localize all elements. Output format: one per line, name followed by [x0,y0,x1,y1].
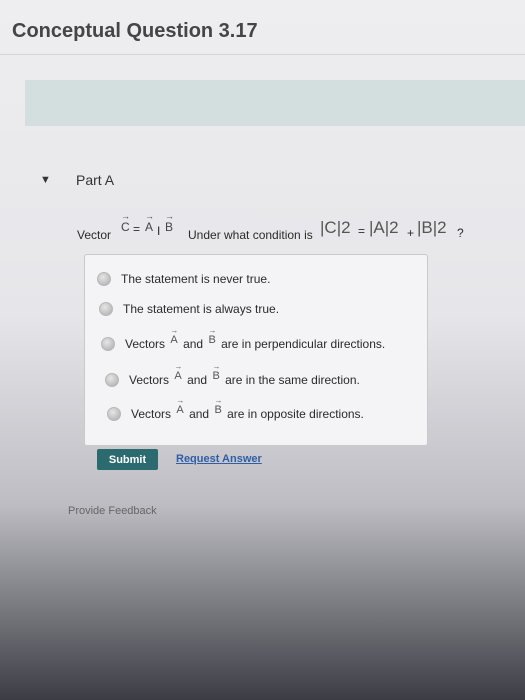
option-and: and [189,407,210,421]
vector-arrow-icon: → [214,396,223,405]
condition-equals: = [358,224,366,238]
condition-b-mag: |B|2 [417,218,447,237]
option-label: Vectors → A and → B are in perpendicular d… [125,326,386,351]
option-label: Vectors → A and → B are in the same direct… [129,362,360,387]
option-prefix: Vectors [129,373,170,387]
question-operator: I [157,224,161,238]
option-label: The statement is always true. [123,302,280,316]
vector-a-label: A [176,404,184,416]
info-banner [25,80,525,126]
collapse-triangle-icon[interactable]: ▼ [40,174,54,186]
vector-b: → B [214,396,222,416]
vector-b: → B [212,362,220,382]
vector-arrow-icon: → [145,211,154,221]
option-prefix: Vectors [125,337,166,351]
option-never-true[interactable]: The statement is never true. [97,272,270,286]
vector-a-label: A [145,220,154,234]
option-perpendicular[interactable]: Vectors → A and → B are in perpendicular d… [101,326,386,351]
part-header[interactable]: ▼ Part A [40,172,114,188]
condition-a-mag: |A|2 [369,218,399,237]
option-opposite-directions[interactable]: Vectors → A and → B are in opposite direct… [107,396,364,421]
radio-button[interactable] [101,337,115,351]
vector-b-label: B [165,220,174,234]
option-and: and [183,337,204,351]
option-suffix: are in the same direction. [225,373,360,387]
page-title: Conceptual Question 3.17 [12,20,258,42]
vector-a: → A [176,396,184,416]
vector-b: → B [208,326,216,346]
vector-b-label: B [212,370,220,382]
submit-button[interactable]: Submit [97,449,158,470]
option-always-true[interactable]: The statement is always true. [99,302,279,316]
vector-arrow-icon: → [176,396,185,405]
radio-button[interactable] [97,272,111,286]
vector-arrow-icon: → [165,211,174,221]
option-prefix: Vectors [131,407,172,421]
option-suffix: are in perpendicular directions. [221,337,386,351]
vector-arrow-icon: → [212,362,221,371]
condition-question-mark: ? [457,226,464,240]
vector-c-label: C [121,220,130,234]
question-text: Vector → C = → A I → B Under what condition… [77,211,517,246]
vector-arrow-icon: → [170,326,179,335]
vector-b-label: B [214,404,222,416]
vector-b: → B [165,211,174,234]
condition-c-mag: |C|2 [320,218,351,237]
vector-arrow-icon: → [121,211,130,221]
vector-a: → A [145,211,154,234]
vector-a: → A [170,326,178,346]
radio-button[interactable] [105,373,119,387]
option-and: and [187,373,208,387]
vector-c: → C [121,211,130,234]
option-label: The statement is never true. [121,272,271,286]
radio-button[interactable] [99,302,113,316]
option-label: Vectors → A and → B are in opposite direct… [131,396,364,421]
request-answer-link[interactable]: Request Answer [176,453,262,465]
vector-b-label: B [208,334,216,346]
option-suffix: are in opposite directions. [227,407,364,421]
question-middle: Under what condition is [188,228,313,242]
vector-a-label: A [170,334,178,346]
radio-button[interactable] [107,407,121,421]
vector-arrow-icon: → [174,362,183,371]
vector-a: → A [174,362,182,382]
option-same-direction[interactable]: Vectors → A and → B are in the same direct… [105,362,360,387]
vector-a-label: A [174,370,182,382]
vector-arrow-icon: → [208,326,217,335]
provide-feedback-link[interactable]: Provide Feedback [68,505,157,517]
question-equals: = [133,222,141,236]
answer-options: The statement is never true. The stateme… [84,254,428,446]
condition-plus: + [407,226,415,240]
question-prefix: Vector [77,228,112,242]
part-label[interactable]: Part A [76,172,114,188]
header-divider [0,54,525,55]
